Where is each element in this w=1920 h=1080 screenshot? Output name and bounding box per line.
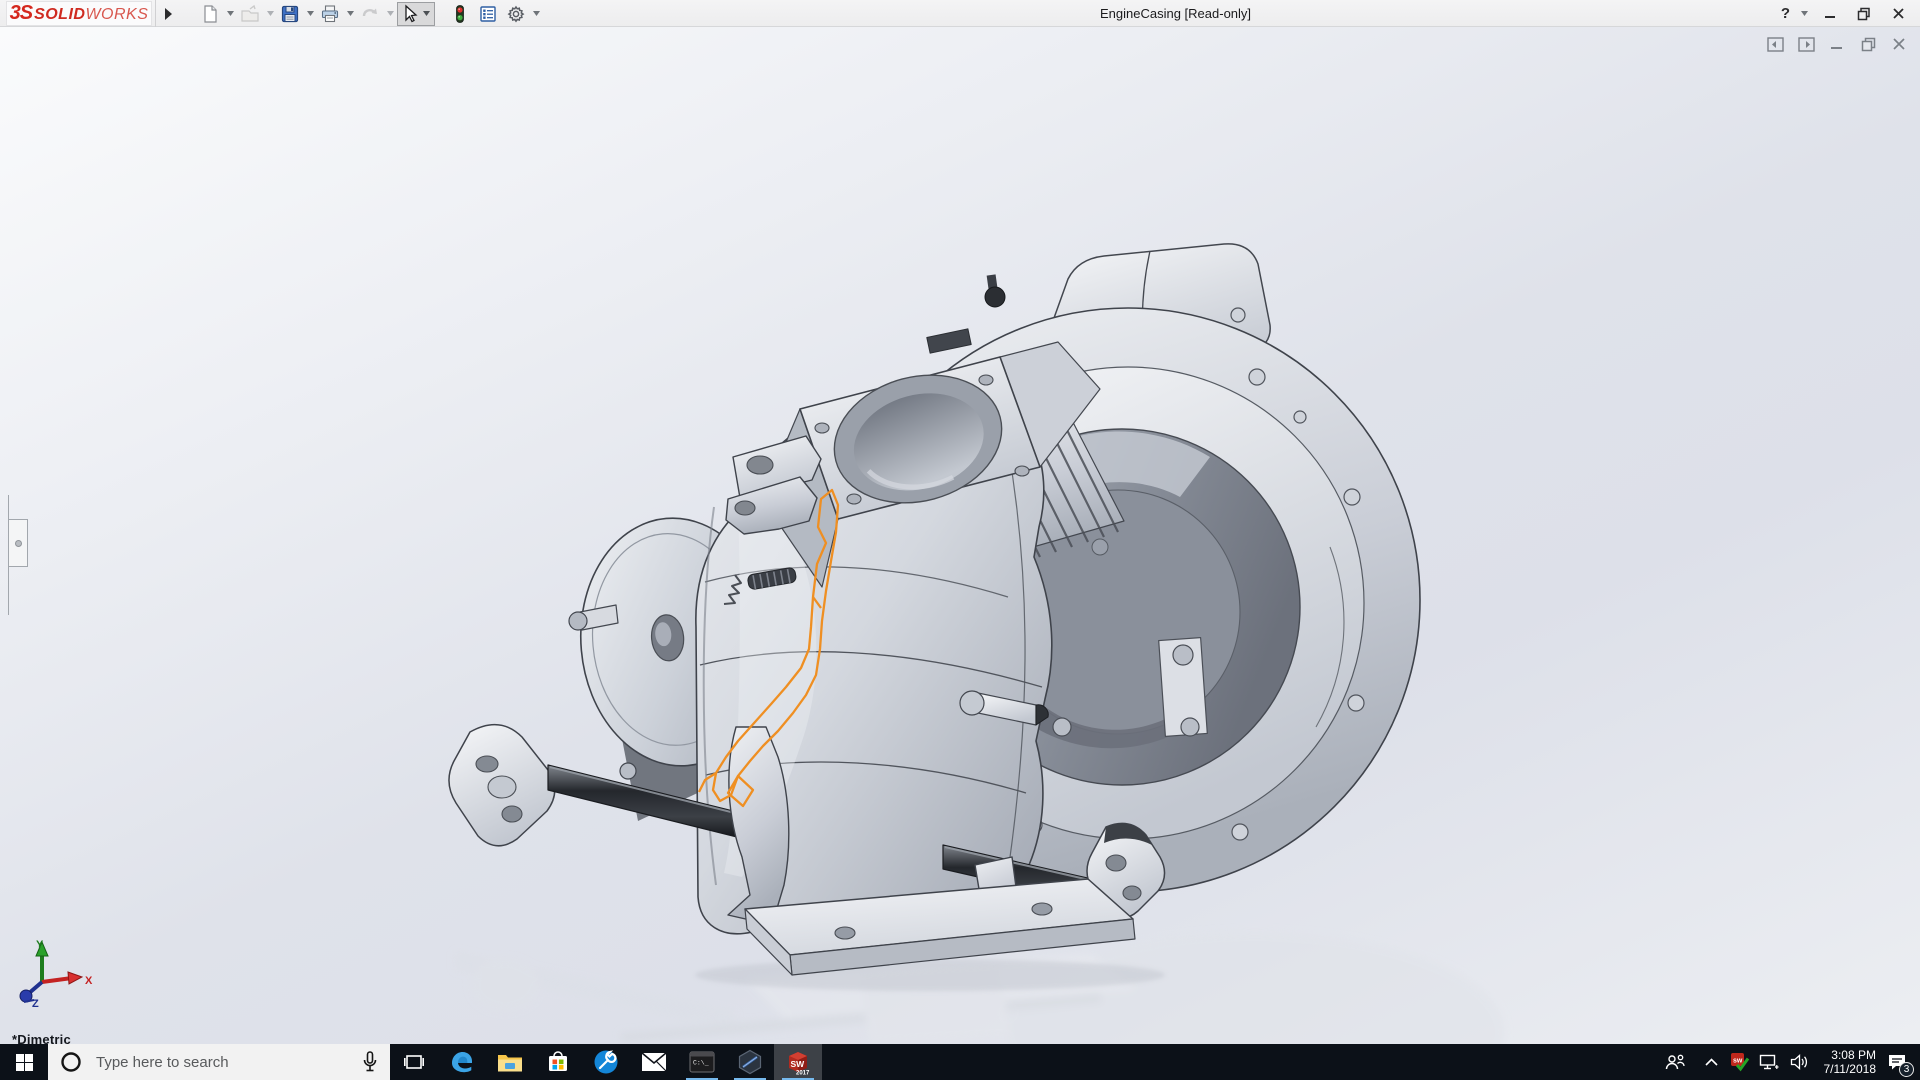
close-button[interactable] [1884,2,1912,26]
store-icon [546,1050,570,1074]
notification-badge: 3 [1899,1062,1914,1077]
select-tool-dropdown[interactable] [421,5,432,23]
app-titlebar: 3SSOLIDWORKS [0,0,1920,27]
open-button[interactable] [237,2,263,26]
options-button[interactable] [503,2,529,26]
command-prompt-icon: C:\_ [689,1051,715,1073]
start-button[interactable] [0,1044,48,1080]
solidworks-2017-icon: SW 2017 [784,1048,812,1076]
network-icon [1759,1054,1779,1071]
save-button[interactable] [277,2,303,26]
file-explorer-icon [497,1051,523,1073]
divider [155,0,156,27]
save-dropdown[interactable] [305,5,316,23]
engine-casing-assembly [449,244,1420,975]
network-button[interactable] [1754,1044,1784,1080]
taskbar-app-solidworks[interactable]: SW 2017 [774,1044,822,1080]
brand-mark: 3S [10,2,32,24]
sw-icon-year: 2017 [796,1071,810,1077]
windows-logo-icon [16,1054,33,1071]
select-tool-button[interactable] [397,2,435,26]
file-properties-icon [478,4,498,24]
doc-minimize-button[interactable] [1828,36,1846,52]
main-toolbar [196,0,542,27]
task-view-button[interactable] [390,1044,438,1080]
clock-time: 3:08 PM [1831,1048,1876,1062]
doc-close-button[interactable] [1890,36,1908,52]
pane-right-icon[interactable] [1797,36,1815,52]
pane-left-icon[interactable] [1766,36,1784,52]
solidworks-check-icon: sw [1730,1052,1750,1072]
search-placeholder: Type here to search [96,1054,362,1071]
taskbar-app-edge[interactable] [438,1044,486,1080]
triad-y-label: Y [36,939,44,951]
triad-x-label: X [85,975,93,987]
rebuild-button[interactable] [447,2,473,26]
help-button[interactable]: ? [1779,2,1792,26]
hexagon-app-icon [737,1049,763,1075]
hidden-icons-button[interactable] [1698,1044,1724,1080]
taskbar-app-mail[interactable] [630,1044,678,1080]
mail-icon [641,1052,667,1072]
print-icon [320,4,340,24]
taskbar-app-support-tool[interactable] [582,1044,630,1080]
brand-text: 3SSOLIDWORKS [10,2,149,25]
windows-taskbar: Type here to search [0,1044,1920,1080]
speaker-icon [1790,1054,1809,1070]
people-icon [1665,1054,1685,1070]
orientation-triad: Y X Z [14,936,98,1008]
cmd-prompt-text: C:\_ [693,1060,709,1067]
sw-icon-text: SW [791,1059,806,1069]
document-title: EngineCasing [Read-only] [1100,6,1251,21]
microphone-icon[interactable] [362,1051,378,1073]
task-view-icon [404,1053,424,1071]
restore-button[interactable] [1850,2,1878,26]
menu-flyout-arrow-icon[interactable] [160,4,176,23]
window-controls: ? [1779,0,1912,27]
taskbar-app-command-prompt[interactable]: C:\_ [678,1044,726,1080]
doc-restore-button[interactable] [1859,36,1877,52]
taskbar-app-file-explorer[interactable] [486,1044,534,1080]
options-gear-icon [506,4,526,24]
taskbar-app-store[interactable] [534,1044,582,1080]
undo-dropdown[interactable] [385,5,396,23]
taskbar-clock[interactable]: 3:08 PM 7/11/2018 [1814,1044,1876,1080]
open-folder-icon [240,4,260,24]
triad-z-label: Z [32,998,39,1008]
document-window-controls [1766,36,1908,52]
clock-date: 7/11/2018 [1824,1062,1877,1076]
volume-button[interactable] [1784,1044,1814,1080]
base-shadow [695,959,1165,991]
people-button[interactable] [1660,1044,1690,1080]
print-dropdown[interactable] [345,5,356,23]
save-floppy-icon [280,4,300,24]
solidworks-status-tray[interactable]: sw [1726,1044,1754,1080]
select-cursor-icon [400,4,420,24]
minimize-button[interactable] [1816,2,1844,26]
rebuild-traffic-light-icon [450,4,470,24]
open-dropdown[interactable] [265,5,276,23]
undo-button[interactable] [357,2,383,26]
action-center-button[interactable]: 3 [1878,1044,1916,1080]
solidworks-logo: 3SSOLIDWORKS [6,1,152,26]
file-properties-button[interactable] [475,2,501,26]
taskbar-app-composer[interactable] [726,1044,774,1080]
new-document-dropdown[interactable] [225,5,236,23]
new-document-icon [200,4,220,24]
graphics-viewport[interactable]: Y X Z *Dimetric [0,27,1920,1044]
options-dropdown[interactable] [531,5,542,23]
svg-text:sw: sw [1733,1058,1743,1065]
taskbar-search[interactable]: Type here to search [48,1044,390,1080]
wrench-tool-icon [593,1049,619,1075]
cortana-icon [60,1051,82,1073]
print-button[interactable] [317,2,343,26]
undo-icon [360,4,380,24]
new-document-button[interactable] [197,2,223,26]
help-dropdown[interactable] [1798,2,1810,26]
edge-icon [449,1049,475,1075]
engine-casing-model[interactable] [0,27,1920,1044]
chevron-up-icon [1705,1058,1718,1066]
